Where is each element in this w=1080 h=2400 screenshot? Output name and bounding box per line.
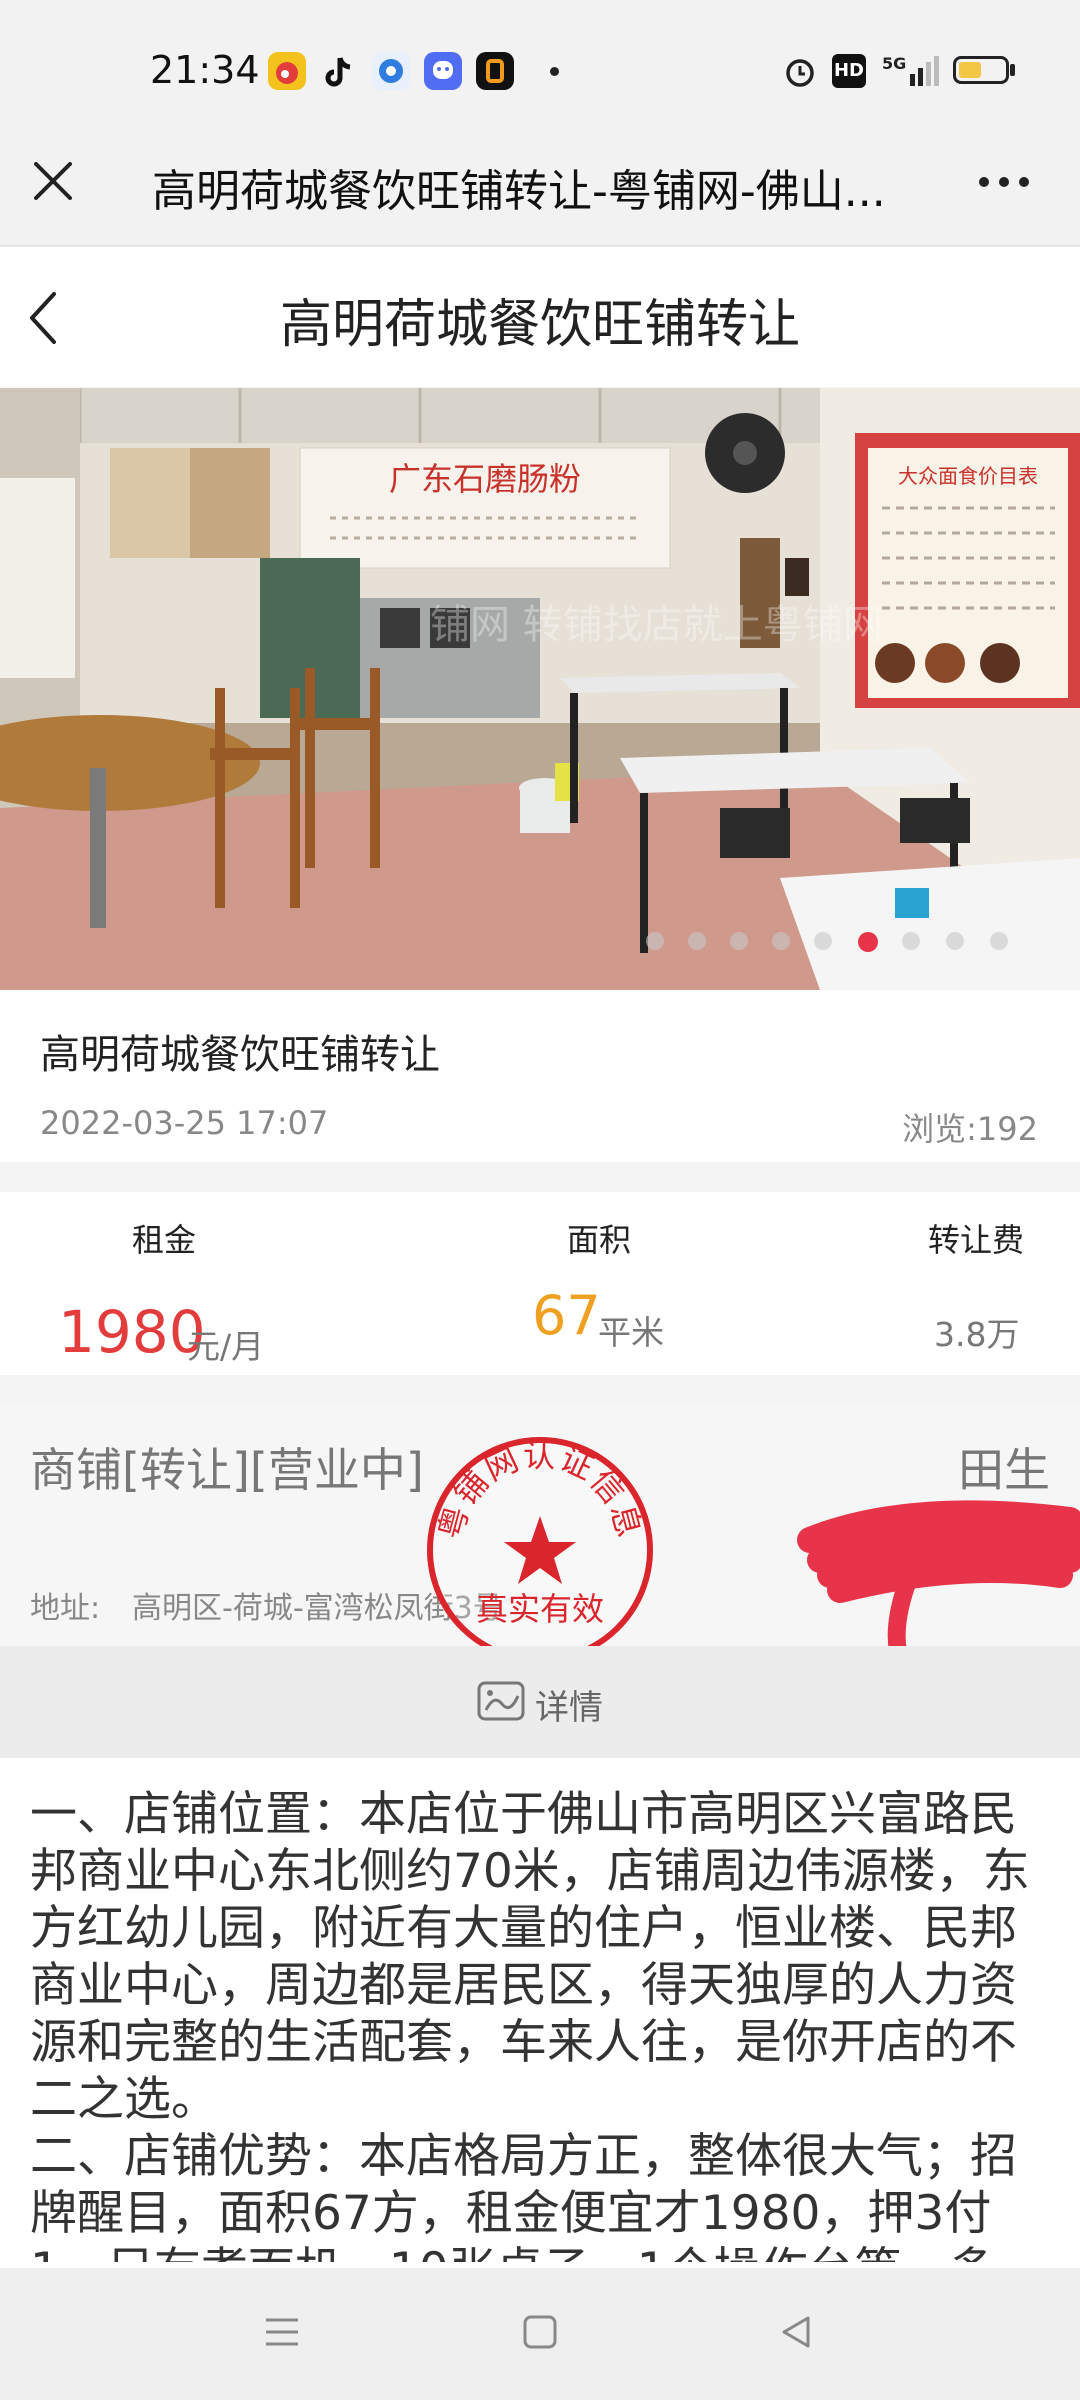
stamp-bottom: 真实有效: [476, 1590, 604, 1628]
fee-value: 3.8万: [934, 1315, 1020, 1354]
battery-tip: [1010, 64, 1015, 76]
battery-icon: [953, 56, 1009, 84]
listing-title: 高明荷城餐饮旺铺转让: [40, 1032, 440, 1078]
5g-signal-icon: 5G: [880, 54, 940, 88]
carousel-dot-active[interactable]: [858, 932, 878, 952]
hd-icon: HD: [832, 54, 866, 88]
view-count: 浏览:192: [902, 1110, 1038, 1148]
home-nav-icon[interactable]: [520, 2312, 560, 2352]
back-nav-icon[interactable]: [776, 2312, 816, 2352]
carousel-dot[interactable]: [646, 932, 664, 950]
details-label: 详情: [535, 1688, 603, 1728]
page-title: 高明荷城餐饮旺铺转让: [279, 295, 800, 355]
carousel-dots: [0, 388, 1080, 990]
area-label: 面积: [567, 1221, 632, 1259]
area-unit: 平米: [598, 1313, 664, 1352]
certification-stamp: 粤铺网认证信息 真实有效: [424, 1434, 656, 1666]
rent-label: 租金: [132, 1221, 197, 1259]
webview-title: 高明荷城餐饮旺铺转让-粤铺网-佛山...: [152, 166, 886, 217]
carousel-dot[interactable]: [990, 932, 1008, 950]
post-date: 2022-03-25 17:07: [40, 1104, 329, 1142]
weibo-icon: [268, 52, 306, 90]
carousel-dot[interactable]: [772, 932, 790, 950]
description-paragraph-1: 一、店铺位置：本店位于佛山市高明区兴富路民邦商业中心东北侧约70米，店铺周边伟源…: [30, 1787, 1030, 2127]
browser-icon: [372, 52, 410, 90]
alarm-icon: [782, 54, 818, 88]
rent-value: 1980: [58, 1298, 206, 1366]
carousel-dot[interactable]: [946, 932, 964, 950]
rent-unit: 元/月: [187, 1327, 265, 1366]
dot-icon: [550, 67, 559, 76]
carousel-dot[interactable]: [902, 932, 920, 950]
image-icon: [476, 1680, 526, 1722]
area-value: 67: [532, 1284, 601, 1347]
status-time: 21:34: [150, 48, 260, 92]
app-icon: [476, 52, 514, 90]
qq-icon: [424, 52, 462, 90]
battery-level: [959, 62, 981, 78]
shop-status: 商铺[转让][营业中]: [30, 1443, 424, 1497]
description-text: 一、店铺位置：本店位于佛山市高明区兴富路民邦商业中心东北侧约70米，店铺周边伟源…: [30, 1786, 1060, 2299]
carousel-dot[interactable]: [730, 932, 748, 950]
tiktok-icon: [320, 52, 358, 90]
photo-carousel[interactable]: 广东石磨肠粉 大众面食价目表 铺网 转铺找店就上粤铺网: [0, 388, 1080, 990]
menu-nav-icon[interactable]: [262, 2312, 302, 2352]
more-icon[interactable]: [976, 164, 1032, 200]
carousel-dot[interactable]: [814, 932, 832, 950]
fee-label: 转让费: [928, 1221, 1025, 1259]
close-icon[interactable]: [30, 158, 76, 204]
carousel-dot[interactable]: [688, 932, 706, 950]
address-label: 地址:: [30, 1591, 101, 1626]
